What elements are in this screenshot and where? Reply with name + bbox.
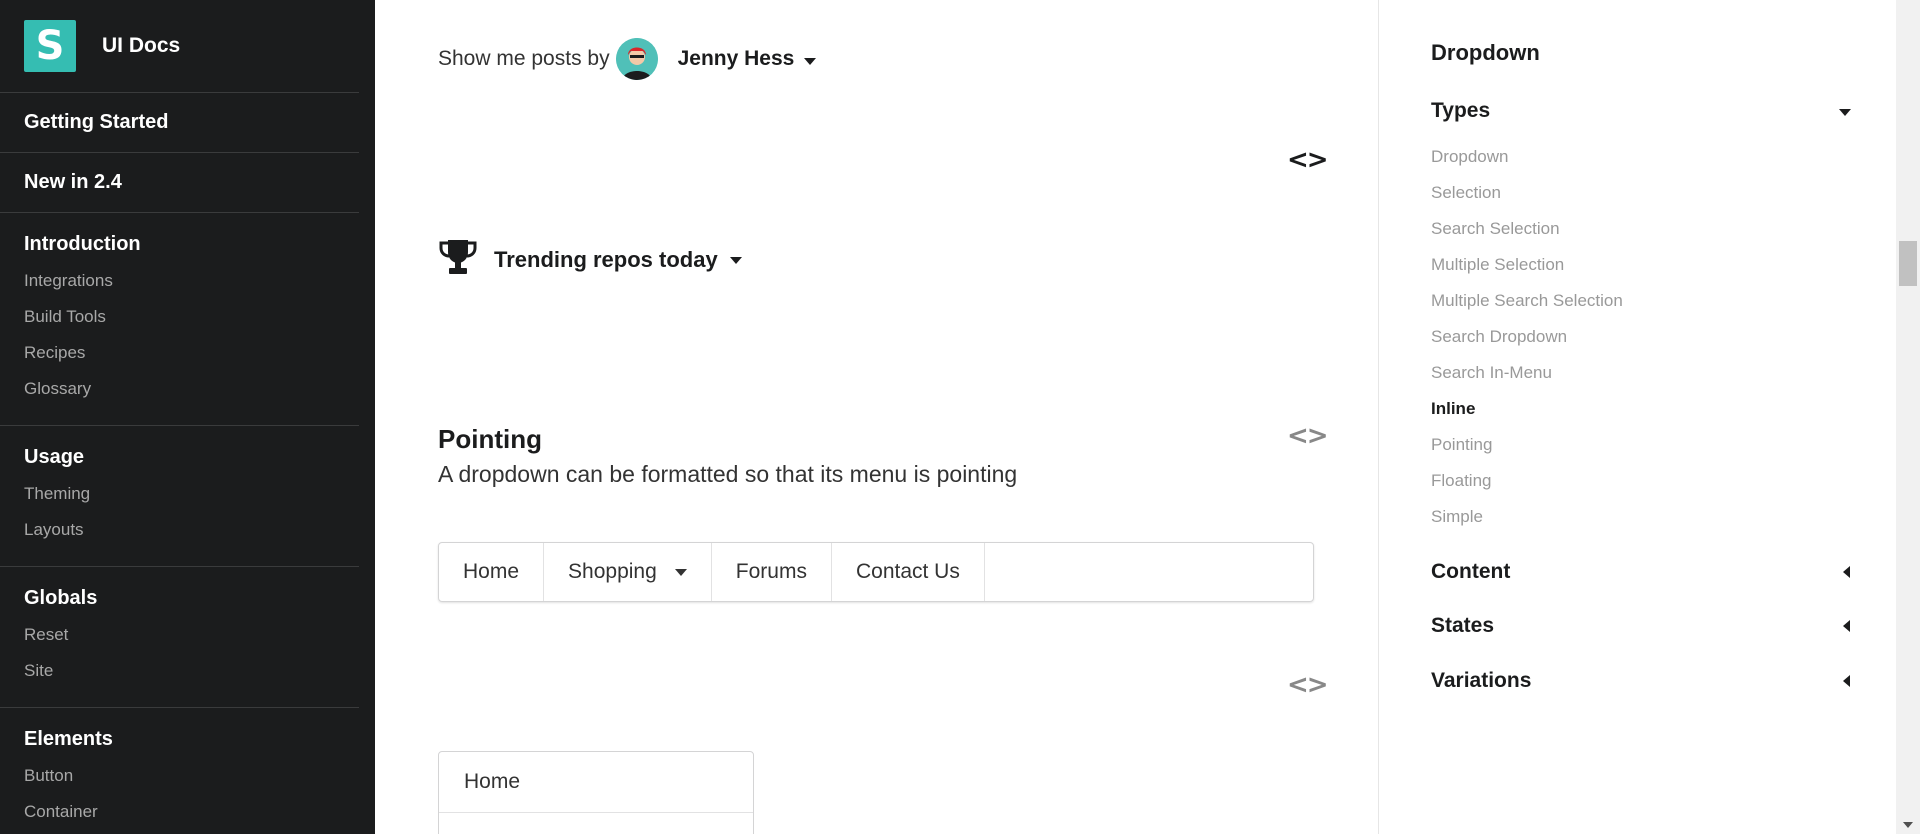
code-icon[interactable]: <> bbox=[1287, 145, 1329, 175]
trending-label: Trending repos today bbox=[494, 247, 718, 272]
sidebar-section-introduction: Introduction Integrations Build Tools Re… bbox=[0, 213, 359, 426]
toc-link-search-in-menu[interactable]: Search In-Menu bbox=[1431, 355, 1623, 391]
sidebar-item-recipes[interactable]: Recipes bbox=[0, 335, 359, 371]
sidebar-item-layouts[interactable]: Layouts bbox=[0, 512, 359, 548]
scrollbar[interactable] bbox=[1896, 0, 1920, 834]
logo: S bbox=[24, 20, 76, 72]
chevron-left-icon bbox=[1843, 566, 1850, 578]
sidebar-heading-elements[interactable]: Elements bbox=[0, 722, 359, 756]
user-dropdown[interactable]: Jenny Hess bbox=[678, 47, 817, 71]
sidebar-item-glossary[interactable]: Glossary bbox=[0, 371, 359, 407]
scrollbar-thumb[interactable] bbox=[1899, 241, 1917, 286]
sidebar-item-integrations[interactable]: Integrations bbox=[0, 263, 359, 299]
code-icon[interactable]: <> bbox=[1287, 421, 1329, 451]
toc-category-states[interactable]: States bbox=[1431, 614, 1851, 638]
toc-category-variations[interactable]: Variations bbox=[1431, 669, 1851, 693]
toc-category-types-label: Types bbox=[1431, 99, 1491, 122]
trophy-icon bbox=[438, 238, 478, 282]
sidebar-section-globals: Globals Reset Site bbox=[0, 567, 359, 708]
toc-link-multiple-selection[interactable]: Multiple Selection bbox=[1431, 247, 1623, 283]
main-content: Show me posts by Jenny Hess <> Trending … bbox=[375, 0, 1378, 834]
posts-filter: Show me posts by Jenny Hess bbox=[438, 38, 817, 80]
vertical-menu: Home bbox=[438, 751, 754, 834]
toc-category-content-label: Content bbox=[1431, 560, 1511, 583]
sidebar-item-container[interactable]: Container bbox=[0, 794, 359, 830]
toc-link-inline[interactable]: Inline bbox=[1431, 391, 1623, 427]
toc-link-search-selection[interactable]: Search Selection bbox=[1431, 211, 1623, 247]
sidebar-heading-introduction[interactable]: Introduction bbox=[0, 227, 359, 261]
chevron-down-icon bbox=[674, 568, 687, 576]
toc-link-selection[interactable]: Selection bbox=[1431, 175, 1623, 211]
sidebar-section-usage: Usage Theming Layouts bbox=[0, 426, 359, 567]
toc-link-search-dropdown[interactable]: Search Dropdown bbox=[1431, 319, 1623, 355]
menu-item-contact-us[interactable]: Contact Us bbox=[832, 543, 985, 601]
chevron-down-icon bbox=[1839, 109, 1851, 116]
sidebar-heading-globals[interactable]: Globals bbox=[0, 581, 359, 615]
code-icon[interactable]: <> bbox=[1287, 670, 1329, 700]
sidebar-section-getting-started: Getting Started bbox=[0, 93, 359, 153]
toc-link-dropdown[interactable]: Dropdown bbox=[1431, 139, 1623, 175]
sidebar-section-new: New in 2.4 bbox=[0, 153, 359, 213]
sidebar-item-build-tools[interactable]: Build Tools bbox=[0, 299, 359, 335]
pointing-menu-bar: Home Shopping Forums Contact Us bbox=[438, 542, 1314, 602]
menu-item-shopping[interactable]: Shopping bbox=[544, 543, 712, 601]
sidebar-item-theming[interactable]: Theming bbox=[0, 476, 359, 512]
section-title: Pointing bbox=[438, 424, 542, 454]
brand[interactable]: S UI Docs bbox=[0, 0, 359, 93]
sidebar-item-new-in-2-4[interactable]: New in 2.4 bbox=[0, 153, 359, 212]
toc-category-variations-label: Variations bbox=[1431, 669, 1532, 692]
toc-types-list: Dropdown Selection Search Selection Mult… bbox=[1431, 139, 1623, 535]
menu-item-shopping-label: Shopping bbox=[568, 560, 657, 583]
sidebar-item-site[interactable]: Site bbox=[0, 653, 359, 689]
toc-link-pointing[interactable]: Pointing bbox=[1431, 427, 1623, 463]
user-name: Jenny Hess bbox=[677, 47, 795, 70]
chevron-left-icon bbox=[1843, 675, 1850, 687]
menu-item-forums[interactable]: Forums bbox=[712, 543, 832, 601]
sidebar: S UI Docs Getting Started New in 2.4 Int… bbox=[0, 0, 375, 834]
trending-dropdown[interactable]: Trending repos today bbox=[438, 238, 742, 282]
menu-item-home[interactable]: Home bbox=[439, 543, 545, 601]
scroll-down-arrow-icon[interactable] bbox=[1903, 822, 1913, 828]
toc-category-content[interactable]: Content bbox=[1431, 560, 1851, 584]
section-description: A dropdown can be formatted so that its … bbox=[438, 461, 1018, 487]
sidebar-item-getting-started[interactable]: Getting Started bbox=[0, 93, 359, 152]
avatar bbox=[615, 38, 658, 80]
sidebar-section-elements: Elements Button Container bbox=[0, 708, 359, 834]
brand-title: UI Docs bbox=[102, 34, 181, 57]
sidebar-heading-usage[interactable]: Usage bbox=[0, 440, 359, 474]
chevron-down-icon bbox=[804, 58, 817, 65]
toc-link-simple[interactable]: Simple bbox=[1431, 499, 1623, 535]
toc-link-floating[interactable]: Floating bbox=[1431, 463, 1623, 499]
table-of-contents: Dropdown Types Dropdown Selection Search… bbox=[1378, 0, 1897, 834]
vertical-menu-item-home[interactable]: Home bbox=[439, 752, 753, 813]
toc-category-states-label: States bbox=[1431, 614, 1495, 637]
toc-link-multiple-search-selection[interactable]: Multiple Search Selection bbox=[1431, 283, 1623, 319]
vertical-menu-item[interactable] bbox=[439, 813, 753, 834]
chevron-left-icon bbox=[1843, 620, 1850, 632]
posts-label: Show me posts by bbox=[438, 47, 610, 70]
sidebar-item-button[interactable]: Button bbox=[0, 758, 359, 794]
chevron-down-icon bbox=[729, 256, 742, 264]
toc-title: Dropdown bbox=[1431, 40, 1540, 65]
sidebar-item-reset[interactable]: Reset bbox=[0, 617, 359, 653]
toc-category-types[interactable]: Types bbox=[1431, 99, 1851, 123]
